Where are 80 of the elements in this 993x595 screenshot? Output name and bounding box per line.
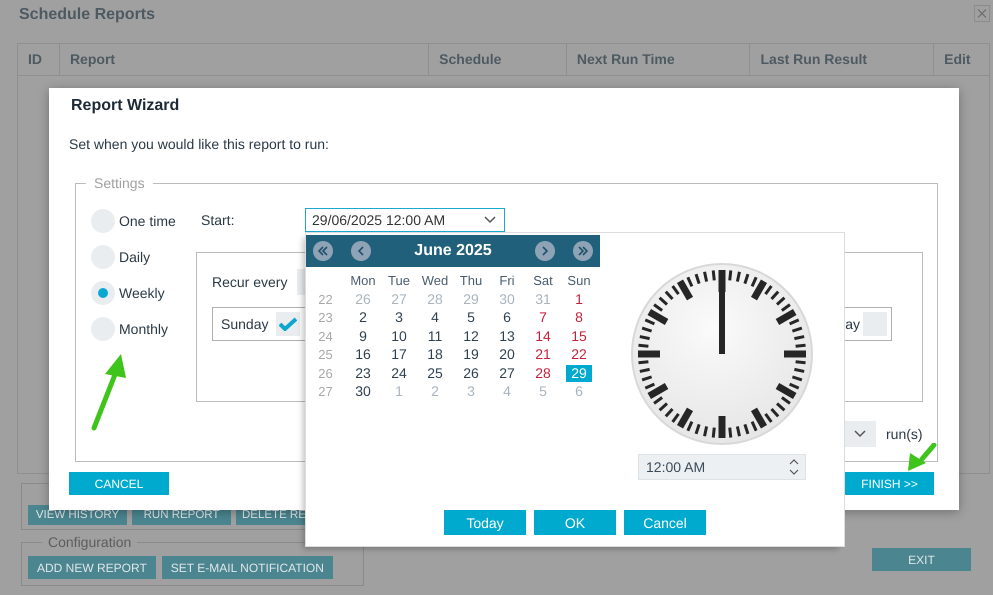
calendar-day[interactable]: 13 [494, 328, 520, 345]
week-number: 23 [317, 310, 334, 326]
weekday-label: Wed [420, 272, 450, 288]
calendar-day[interactable]: 14 [530, 328, 556, 345]
spinner-icon[interactable] [789, 458, 799, 476]
start-date-dropdown[interactable]: 29/06/2025 12:00 AM [305, 208, 505, 232]
calendar-day[interactable]: 1 [566, 290, 592, 308]
calendar-day[interactable]: 15 [566, 328, 592, 345]
next-year-button[interactable] [573, 241, 593, 261]
double-chevron-right-icon [577, 246, 589, 256]
instruction-text: Set when you would like this report to run: [68, 135, 330, 153]
calendar-day[interactable]: 27 [494, 364, 520, 382]
calendar-day[interactable]: 6 [494, 309, 520, 326]
group-legend: Configuration [42, 534, 138, 550]
calendar-day[interactable]: 21 [530, 346, 556, 364]
calendar-day[interactable]: 30 [350, 383, 376, 400]
column-header: ID [27, 50, 43, 69]
field-label: run(s) [886, 426, 922, 442]
week-number: 26 [317, 366, 334, 381]
radio-option[interactable]: Monthly [91, 311, 201, 347]
group-legend: Settings [86, 174, 153, 192]
chevron-right-icon [541, 246, 549, 256]
weekday-label: Thu [458, 272, 484, 288]
action-button[interactable]: ADD NEW REPORT [28, 556, 156, 579]
calendar-day[interactable]: 24 [386, 364, 412, 382]
weekday-label: Sat [532, 272, 554, 288]
field-label: Start: [201, 212, 236, 228]
calendar-day[interactable]: 20 [494, 346, 520, 364]
calendar-day[interactable]: 4 [422, 309, 448, 326]
calendar-day[interactable]: 19 [458, 346, 484, 364]
weekday-checkbox[interactable]: Sunday [221, 312, 300, 336]
dialog-title: Schedule Reports [19, 6, 156, 24]
checkmark-icon [279, 317, 298, 331]
column-header: Edit [933, 44, 990, 75]
action-button[interactable]: SET E-MAIL NOTIFICATION [162, 556, 333, 579]
calendar-day[interactable]: 12 [458, 328, 484, 345]
week-number: 27 [317, 384, 334, 400]
radio-option[interactable]: Daily [91, 239, 201, 275]
calendar-day[interactable]: 25 [422, 364, 448, 382]
field-label: Recur every [212, 274, 288, 290]
next-month-button[interactable] [535, 241, 555, 261]
previous-year-button[interactable] [313, 241, 333, 261]
column-header: Next Run Time [566, 44, 750, 75]
calendar-day[interactable]: 2 [350, 309, 376, 326]
calendar-day[interactable]: 17 [386, 346, 412, 364]
calendar-day[interactable]: 11 [422, 328, 448, 345]
double-chevron-left-icon [317, 246, 329, 256]
calendar-day[interactable]: 10 [386, 328, 412, 345]
calendar-day[interactable]: 9 [350, 328, 376, 345]
calendar-day[interactable]: 5 [458, 309, 484, 326]
weekday-label: Sun [566, 272, 592, 288]
weekday-label: Fri [498, 272, 516, 288]
week-number: 24 [317, 328, 334, 344]
calendar-day[interactable]: 8 [566, 309, 592, 326]
dialog-title: Report Wizard [70, 96, 180, 115]
column-header: Schedule [428, 44, 566, 75]
calendar-day[interactable]: 26 [458, 364, 484, 382]
calendar-day[interactable]: 28 [530, 364, 556, 382]
calendar-day[interactable]: 16 [350, 346, 376, 364]
exit-button[interactable]: EXIT [872, 548, 971, 571]
calendar-day[interactable]: 7 [530, 309, 556, 326]
column-header: Report [58, 44, 428, 75]
calendar-day[interactable]: 18 [422, 346, 448, 364]
chevron-left-icon [357, 246, 365, 256]
close-icon[interactable] [974, 5, 990, 22]
caret-icon [484, 216, 496, 224]
week-number: 22 [317, 292, 334, 307]
calendar-day[interactable]: 22 [566, 346, 592, 364]
radio-option[interactable]: One time [91, 203, 201, 239]
week-number: 25 [317, 347, 334, 362]
caret-icon [854, 430, 866, 438]
time-field[interactable]: 12:00 AM [638, 454, 806, 480]
calendar-day[interactable]: 3 [386, 309, 412, 326]
previous-month-button[interactable] [351, 241, 371, 261]
calendar-day[interactable]: 23 [350, 364, 376, 382]
weekday-label: Tue [387, 272, 411, 288]
column-header: Last Run Result [749, 44, 934, 75]
weekday-label: Mon [349, 272, 377, 288]
month-title: June 2025 [413, 242, 493, 260]
radio-option[interactable]: Weekly [91, 275, 201, 311]
